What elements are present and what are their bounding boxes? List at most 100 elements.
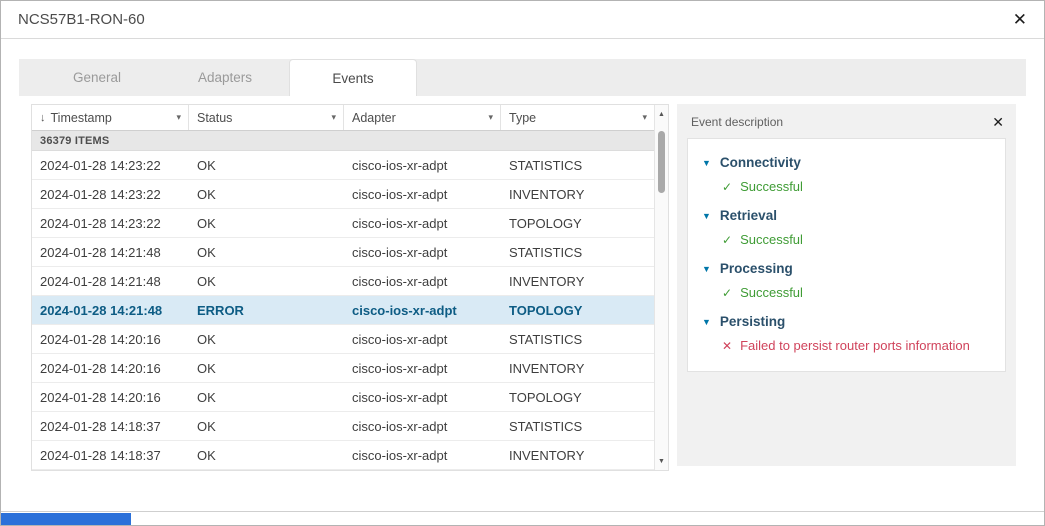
events-table: ↓ Timestamp ▾ Status ▾ Adapter ▾ Type ▾ 36379 IT… [31, 104, 669, 471]
cell-status: OK [197, 447, 216, 463]
scroll-up-icon[interactable]: ▲ [655, 107, 668, 121]
event-section-retrieval: ▼ Retrieval ✓ Successful [700, 200, 993, 253]
table-row[interactable]: 2024-01-28 14:21:48 OK cisco-ios-xr-adpt ST… [32, 238, 654, 267]
cell-adapter: cisco-ios-xr-adpt [352, 360, 448, 376]
table-row[interactable]: 2024-01-28 14:18:37 OK cisco-ios-xr-adpt IN… [32, 441, 654, 470]
events-tab-content: ↓ Timestamp ▾ Status ▾ Adapter ▾ Type ▾ 36379 IT… [19, 96, 1026, 509]
cell-type: INVENTORY [509, 447, 585, 463]
check-icon: ✓ [722, 179, 733, 194]
items-count-row: 36379 ITEMS [32, 131, 654, 151]
table-row[interactable]: 2024-01-28 14:20:16 OK cisco-ios-xr-adpt TO… [32, 383, 654, 412]
table-body: 2024-01-28 14:23:22 OK cisco-ios-xr-adpt ST… [32, 151, 654, 470]
event-description-panel: Event description ✕ ▼ Connectivity ✓ Succes… [677, 104, 1016, 466]
table-row[interactable]: 2024-01-28 14:23:22 OK cisco-ios-xr-adpt IN… [32, 180, 654, 209]
event-section-header[interactable]: ▼ Connectivity [700, 147, 993, 174]
sort-desc-icon[interactable]: ↓ [40, 112, 46, 124]
filter-dropdown-icon[interactable]: ▾ [176, 112, 181, 123]
column-header-timestamp[interactable]: ↓ Timestamp ▾ [32, 105, 189, 130]
tab-bar: General Adapters Events [19, 59, 1026, 96]
column-header-label: Type [509, 111, 536, 125]
cell-timestamp: 2024-01-28 14:23:22 [40, 157, 161, 173]
cell-type: STATISTICS [509, 331, 583, 347]
cell-adapter: cisco-ios-xr-adpt [352, 418, 448, 434]
event-description-title: Event description [691, 115, 784, 129]
table-row[interactable]: 2024-01-28 14:23:22 OK cisco-ios-xr-adpt TO… [32, 209, 654, 238]
caret-down-icon: ▼ [702, 263, 711, 274]
device-details-modal: NCS57B1-RON-60 ✕ General Adapters Events ↓… [1, 1, 1044, 512]
column-title: Adapter [352, 110, 396, 125]
tab-adapters[interactable]: Adapters [161, 59, 289, 96]
event-section-status: ✓ Successful [700, 227, 993, 253]
cell-status: OK [197, 273, 216, 289]
background-page-strip [1, 512, 1044, 525]
cell-timestamp: 2024-01-28 14:20:16 [40, 360, 161, 376]
column-title: Status [197, 110, 233, 125]
event-section-name: Persisting [719, 314, 786, 329]
table-row[interactable]: 2024-01-28 14:20:16 OK cisco-ios-xr-adpt ST… [32, 325, 654, 354]
cell-adapter: cisco-ios-xr-adpt [352, 302, 457, 318]
column-title: Type [509, 110, 537, 125]
event-status-text: Successful [740, 179, 803, 194]
cell-timestamp: 2024-01-28 14:18:37 [40, 447, 161, 463]
column-header-adapter[interactable]: Adapter ▾ [344, 105, 501, 130]
modal-title: NCS57B1-RON-60 [18, 11, 145, 28]
table-row[interactable]: 2024-01-28 14:21:48 OK cisco-ios-xr-adpt IN… [32, 267, 654, 296]
cell-status: OK [197, 360, 216, 376]
event-status-text: Successful [740, 285, 803, 300]
events-table-inner: ↓ Timestamp ▾ Status ▾ Adapter ▾ Type ▾ 36379 IT… [32, 105, 654, 470]
check-icon: ✓ [722, 232, 733, 247]
event-section-status: ✕ Failed to persist router ports informat… [700, 333, 993, 359]
tab-events[interactable]: Events [289, 59, 417, 96]
cross-icon: ✕ [722, 338, 733, 353]
table-row[interactable]: 2024-01-28 14:23:22 OK cisco-ios-xr-adpt ST… [32, 151, 654, 180]
caret-down-icon: ▼ [702, 157, 711, 168]
filter-dropdown-icon[interactable]: ▾ [642, 112, 647, 123]
filter-dropdown-icon[interactable]: ▾ [488, 112, 493, 123]
cell-type: INVENTORY [509, 273, 585, 289]
scroll-down-icon[interactable]: ▼ [655, 454, 668, 468]
cell-timestamp: 2024-01-28 14:20:16 [40, 331, 161, 347]
event-section-processing: ▼ Processing ✓ Successful [700, 253, 993, 306]
cell-status: OK [197, 215, 216, 231]
cell-timestamp: 2024-01-28 14:21:48 [40, 273, 161, 289]
table-row[interactable]: 2024-01-28 14:18:37 OK cisco-ios-xr-adpt ST… [32, 412, 654, 441]
cell-type: TOPOLOGY [509, 389, 582, 405]
event-section-connectivity: ▼ Connectivity ✓ Successful [700, 147, 993, 200]
cell-status: ERROR [197, 302, 244, 318]
event-section-header[interactable]: ▼ Retrieval [700, 200, 993, 227]
cell-adapter: cisco-ios-xr-adpt [352, 157, 448, 173]
column-header-label: Adapter [352, 111, 396, 125]
screen: NCS57B1-RON-60 ✕ General Adapters Events ↓… [0, 0, 1045, 526]
caret-down-icon: ▼ [702, 316, 711, 327]
table-row[interactable]: 2024-01-28 14:21:48 ERROR cisco-ios-xr-adp… [32, 296, 654, 325]
event-section-name: Processing [719, 261, 793, 276]
check-icon: ✓ [722, 285, 733, 300]
cell-type: TOPOLOGY [509, 302, 583, 318]
column-title: Timestamp [50, 110, 112, 125]
cell-type: STATISTICS [509, 418, 583, 434]
cell-type: INVENTORY [509, 360, 585, 376]
event-section-header[interactable]: ▼ Processing [700, 253, 993, 280]
table-row[interactable]: 2024-01-28 14:20:16 OK cisco-ios-xr-adpt IN… [32, 354, 654, 383]
modal-close-icon[interactable]: ✕ [1013, 11, 1027, 28]
filter-dropdown-icon[interactable]: ▾ [331, 112, 336, 123]
event-description-close-icon[interactable]: ✕ [992, 115, 1004, 129]
event-section-name: Retrieval [719, 208, 777, 223]
caret-down-icon: ▼ [702, 210, 711, 221]
event-section-name: Connectivity [719, 155, 801, 170]
column-header-label: Status [197, 111, 232, 125]
column-header-type[interactable]: Type ▾ [501, 105, 654, 130]
cell-adapter: cisco-ios-xr-adpt [352, 331, 448, 347]
tab-general[interactable]: General [33, 59, 161, 96]
cell-adapter: cisco-ios-xr-adpt [352, 389, 448, 405]
background-blue-element [1, 513, 131, 525]
cell-type: STATISTICS [509, 157, 583, 173]
cell-adapter: cisco-ios-xr-adpt [352, 244, 448, 260]
cell-adapter: cisco-ios-xr-adpt [352, 447, 448, 463]
table-scrollbar[interactable]: ▲ ▼ [654, 105, 668, 470]
event-description-header: Event description ✕ [687, 112, 1006, 138]
event-section-header[interactable]: ▼ Persisting [700, 306, 993, 333]
column-header-status[interactable]: Status ▾ [189, 105, 344, 130]
scrollbar-thumb[interactable] [658, 131, 665, 193]
cell-status: OK [197, 418, 216, 434]
